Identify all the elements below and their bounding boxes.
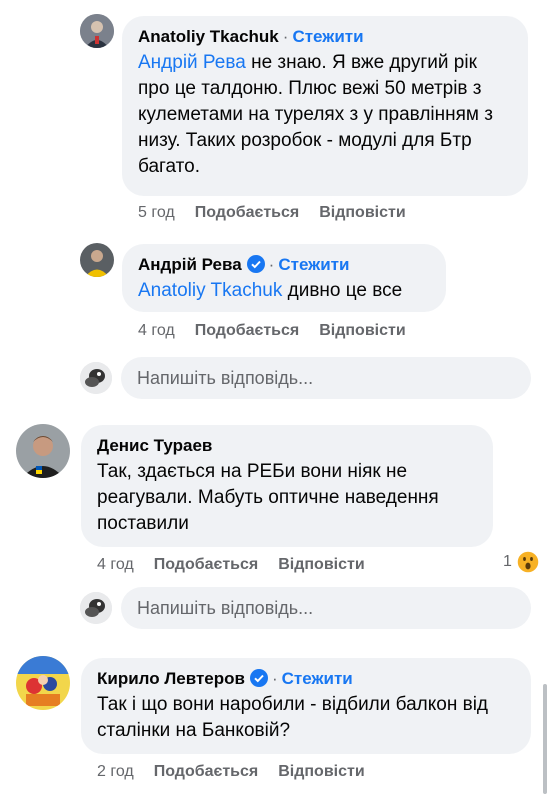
comment-text: Так і що вони наробили - відбили балкон … [97, 694, 489, 741]
avatar[interactable] [80, 243, 114, 277]
scrollbar[interactable] [543, 684, 547, 794]
separator-dot: · [282, 27, 289, 46]
follow-button[interactable]: Стежити [282, 669, 353, 688]
reply-placeholder: Напишіть відповідь... [137, 368, 314, 388]
follow-button[interactable]: Стежити [278, 255, 349, 274]
comment-bubble: Anatoliy Tkachuk · Стежити Андрій Рева не … [122, 16, 528, 196]
reply-button[interactable]: Відповісти [278, 556, 364, 573]
separator-dot: · [268, 255, 275, 274]
avatar[interactable] [16, 656, 70, 710]
follow-button[interactable]: Стежити [292, 27, 363, 46]
mention-link[interactable]: Андрій Рева [138, 52, 246, 73]
mention-link[interactable]: Anatoliy Tkachuk [138, 280, 282, 301]
reply-button[interactable]: Відповісти [278, 763, 364, 780]
comment-time[interactable]: 5 год [138, 204, 175, 221]
current-user-avatar [80, 592, 112, 624]
like-button[interactable]: Подобається [154, 763, 259, 780]
current-user-avatar [80, 362, 112, 394]
comment-actions: 4 год Подобається Відповісти [97, 556, 385, 574]
comment-bubble: Денис Тураев Так, здається на РЕБи вони … [81, 425, 493, 547]
separator-dot: · [271, 669, 278, 688]
comment-bubble: Андрій Рева · Стежити Anatoliy Tkachuk див… [122, 244, 446, 312]
reaction-summary[interactable]: 1 [503, 550, 541, 576]
reply-input[interactable]: Напишіть відповідь... [121, 357, 531, 399]
comment-time[interactable]: 4 год [138, 322, 175, 339]
comment-author[interactable]: Денис Тураев [97, 436, 212, 455]
avatar[interactable] [16, 424, 70, 478]
comment-time[interactable]: 2 год [97, 763, 134, 780]
comment-bubble: Кирило Левтеров · Стежити Так і що вони на… [81, 658, 531, 754]
comment-author[interactable]: Anatoliy Tkachuk [138, 27, 279, 46]
comment-author[interactable]: Кирило Левтеров [97, 669, 245, 688]
comment-text: дивно це все [282, 280, 403, 301]
reply-button[interactable]: Відповісти [319, 322, 405, 339]
comment-actions: 4 год Подобається Відповісти [138, 322, 426, 340]
comment-author[interactable]: Андрій Рева [138, 255, 242, 274]
comment-time[interactable]: 4 год [97, 556, 134, 573]
reply-placeholder: Напишіть відповідь... [137, 598, 314, 618]
like-button[interactable]: Подобається [195, 322, 300, 339]
verified-badge-icon [246, 255, 265, 273]
comment-text: Так, здається на РЕБи вони ніяк не реагу… [97, 461, 439, 534]
reply-button[interactable]: Відповісти [319, 204, 405, 221]
reply-input[interactable]: Напишіть відповідь... [121, 587, 531, 629]
comment-actions: 5 год Подобається Відповісти [138, 204, 426, 222]
verified-badge-icon [249, 669, 268, 687]
reaction-count: 1 [503, 553, 512, 570]
comment-actions: 2 год Подобається Відповісти [97, 763, 385, 781]
avatar[interactable] [80, 14, 114, 48]
like-button[interactable]: Подобається [154, 556, 259, 573]
like-button[interactable]: Подобається [195, 204, 300, 221]
wow-reaction-icon [516, 550, 541, 574]
